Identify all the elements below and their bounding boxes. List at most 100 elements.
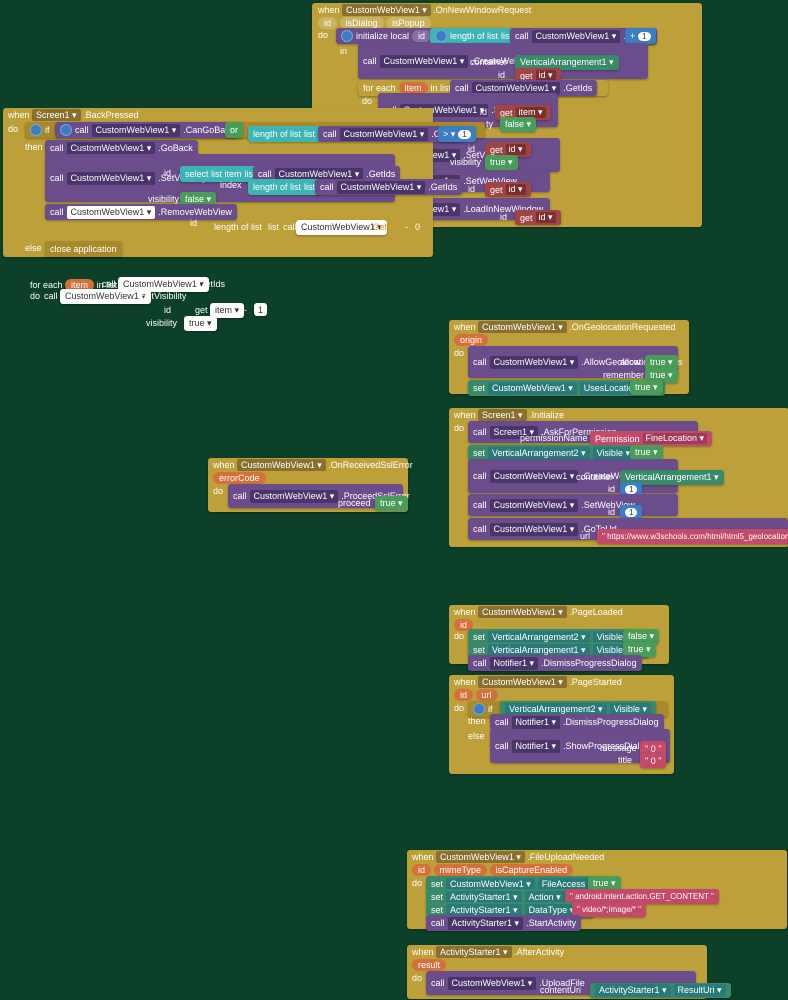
do-label: do xyxy=(318,30,328,40)
true-val[interactable]: true ▾ xyxy=(485,155,518,170)
url-lbl: url xyxy=(580,531,590,541)
in-label: in xyxy=(340,46,347,56)
minus-loose: - xyxy=(244,305,247,315)
ty-lbl: ty xyxy=(486,119,493,129)
id-label: id xyxy=(498,70,505,80)
or-block[interactable]: or xyxy=(225,122,243,138)
do-label-2: do xyxy=(362,96,372,106)
id-lbl-4: id xyxy=(468,184,475,194)
pn-lbl: permissionName xyxy=(520,433,588,443)
else-lbl: else xyxy=(25,243,42,253)
id-lbl-bp: id xyxy=(164,168,171,178)
params-fun: id mimeType isCaptureEnabled xyxy=(412,864,573,876)
id-lbl-bp2: id xyxy=(190,218,197,228)
contenturi-lbl: contentUri xyxy=(540,985,581,995)
msg-lbl: message xyxy=(600,743,637,753)
proceed-lbl: proceed xyxy=(338,498,371,508)
gear-icon xyxy=(30,124,42,136)
call-getids-bp2[interactable]: callCustomWebView1 ▾.GetIds xyxy=(315,179,462,195)
len-list-lbl: length of list xyxy=(214,222,262,232)
call-loose2: call xyxy=(44,291,58,301)
getids-loose: .GetIds xyxy=(196,279,225,289)
sv-loose: .SetVisibility xyxy=(138,291,186,301)
one-loose: 1 xyxy=(254,303,267,316)
call-removewv[interactable]: callCustomWebView1 ▾.RemoveWebView xyxy=(45,204,237,220)
true-ssl[interactable]: true ▾ xyxy=(375,496,408,511)
call-dismiss-ps[interactable]: callNotifier1 ▾.DismissProgressDialog xyxy=(490,714,664,730)
id-init-lbl: id xyxy=(608,484,615,494)
true-ul[interactable]: true ▾ xyxy=(630,380,663,395)
getids-lbl-y: .GetIds xyxy=(370,222,399,232)
when-pl: when CustomWebView1 ▾ .PageLoaded xyxy=(454,607,623,618)
container-label: container xyxy=(470,57,507,67)
then-lbl: then xyxy=(25,142,43,152)
index-lbl: index xyxy=(220,180,242,190)
gear-icon xyxy=(60,124,72,136)
false-val[interactable]: false ▾ xyxy=(500,117,536,132)
gear-icon xyxy=(341,30,353,42)
minus-lbl: - xyxy=(405,222,408,232)
len-list-3[interactable]: length of listlist xyxy=(248,179,320,195)
perm-val[interactable]: PermissionFineLocation ▾ xyxy=(590,431,712,446)
do-ssl: do xyxy=(213,486,223,496)
url-val[interactable]: " https://www.w3schools.com/html/html5_g… xyxy=(597,529,788,544)
when-ssl: when CustomWebView1 ▾ .OnReceivedSslErro… xyxy=(213,460,413,471)
call-lbl-bp: call xyxy=(283,222,297,232)
container-init: container xyxy=(576,472,613,482)
call-startactivity[interactable]: callActivityStarter1 ▾.StartActivity xyxy=(426,915,581,931)
id-swv-lbl: id xyxy=(608,507,615,517)
do-lbl-bp: do xyxy=(8,124,18,134)
do-aa: do xyxy=(412,973,422,983)
gear-icon xyxy=(435,30,447,42)
vis-loose: visibility xyxy=(146,318,177,328)
do-geo: do xyxy=(454,348,464,358)
gt-block[interactable]: > ▾1 xyxy=(438,126,476,142)
id-loose: id xyxy=(164,305,171,315)
length-of-list[interactable]: length of listlist xyxy=(430,28,517,44)
true-va2[interactable]: true ▾ xyxy=(630,445,663,460)
zero-lbl: 0 xyxy=(415,222,420,232)
do-ps: do xyxy=(454,703,464,713)
resulturi-val[interactable]: ActivityStarter1 ▾ResultUri ▾ xyxy=(590,983,731,998)
vis-lbl-bp: visibility xyxy=(148,194,179,204)
when-ps: when CustomWebView1 ▾ .PageStarted xyxy=(454,677,622,688)
do-init: do xyxy=(454,423,464,433)
datatype-val[interactable]: " video/*;image/* " xyxy=(572,902,646,917)
id-lbl-5: id xyxy=(500,212,507,222)
title-val[interactable]: " 0 " xyxy=(640,753,666,768)
do-fun: do xyxy=(412,878,422,888)
remember-lbl: remember xyxy=(603,370,644,380)
do-loose: do xyxy=(30,291,40,301)
errorcode-param: errorCode xyxy=(213,472,266,484)
id-lbl-2: id xyxy=(480,107,487,117)
list-lbl-bp: list xyxy=(268,222,279,232)
else-ps: else xyxy=(468,731,485,741)
when-aa: when ActivityStarter1 ▾ .AfterActivity xyxy=(412,947,564,958)
when-init: when Screen1 ▾ .Initialize xyxy=(454,410,564,421)
then-ps: then xyxy=(468,716,486,726)
params-ps: id url xyxy=(454,689,498,701)
call-cangoback[interactable]: callCustomWebView1 ▾.CanGoBack xyxy=(55,122,239,138)
when-geo: when CustomWebView1 ▾ .OnGeolocationRequ… xyxy=(454,322,675,333)
vis-lbl: visibility xyxy=(450,157,481,167)
when-label: when CustomWebView1 ▾ .OnNewWindowReques… xyxy=(318,5,531,16)
gear-icon xyxy=(473,703,485,715)
title-lbl: title xyxy=(618,755,632,765)
get-id-3[interactable]: getid ▾ xyxy=(485,182,531,197)
call-setwv-init[interactable]: callCustomWebView1 ▾.SetWebView xyxy=(468,494,678,516)
call-dismiss-pl[interactable]: callNotifier1 ▾.DismissProgressDialog xyxy=(468,655,642,671)
result-param: result xyxy=(412,959,446,971)
true-loose[interactable]: true ▾ xyxy=(184,316,217,331)
get-id-4[interactable]: getid ▾ xyxy=(515,210,561,225)
allow-lbl: allow xyxy=(620,357,641,367)
len-list-2[interactable]: length of listlist xyxy=(248,126,320,142)
close-app[interactable]: close application xyxy=(45,241,122,257)
origin-param: origin xyxy=(454,334,488,346)
when-backpressed: when Screen1 ▾ .BackPressed xyxy=(8,110,139,121)
plus-block[interactable]: +1 xyxy=(625,28,656,44)
id-lbl-3: id xyxy=(468,144,475,154)
when-fun: when CustomWebView1 ▾ .FileUploadNeeded xyxy=(412,852,604,863)
do-pl: do xyxy=(454,631,464,641)
get-loose: get xyxy=(195,305,208,315)
call-loose: call xyxy=(102,279,116,289)
